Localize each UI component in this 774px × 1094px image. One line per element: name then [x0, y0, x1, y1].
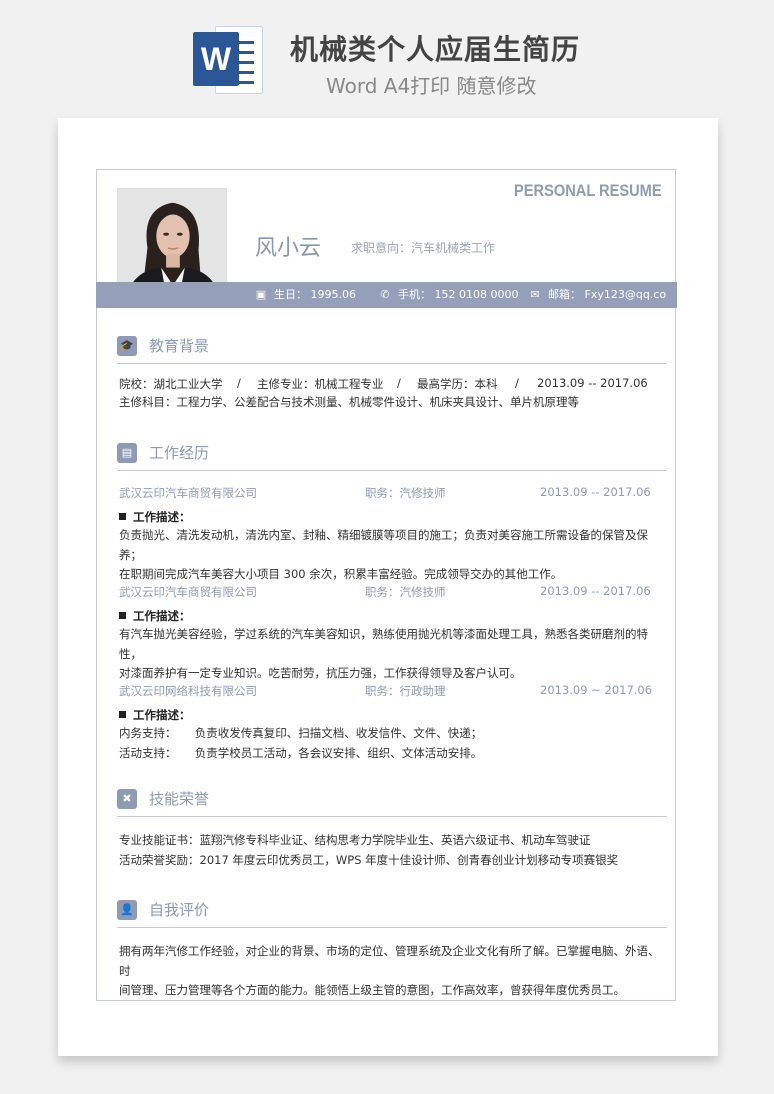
- edu-sep: /: [397, 376, 401, 390]
- job-role: 职务：汽修技师: [365, 585, 446, 599]
- bullet-square-icon: [119, 513, 126, 520]
- section-title: 自我评价: [149, 901, 210, 919]
- job-desc-label: 工作描述：: [119, 509, 191, 525]
- job-description: 内务支持： 负责收发传真复印、扫描文档、收发信件、文件、快递； 活动支持： 负责…: [119, 726, 483, 760]
- word-logo-icon: W: [193, 22, 265, 98]
- mail-icon: ✉: [530, 288, 540, 301]
- job-period: 2013.09 ~ 2017.06: [540, 683, 653, 697]
- section-self-header: 👤 自我评价: [117, 898, 667, 928]
- job-company: 武汉云印网络科技有限公司: [119, 684, 257, 698]
- contact-bar: ▣ 生日： 1995.06 ✆ 手机： 152 0108 0000 ✉ 邮箱： Fxy…: [96, 282, 677, 308]
- edu-courses: 主修科目：工程力学、公差配合与技术测量、机械零件设计、机床夹具设计、单片机原理等: [119, 395, 579, 409]
- job-description: 有汽车抛光美容经验，学过系统的汽车美容知识，熟练使用抛光机等漆面处理工具，熟悉各…: [119, 627, 648, 680]
- section-title: 工作经历: [149, 444, 210, 462]
- job-role: 职务：汽修技师: [365, 486, 446, 500]
- edu-period: 2013.09 -- 2017.06: [537, 376, 648, 390]
- job-period: 2013.09 -- 2017.06: [540, 485, 651, 499]
- edu-sep: /: [515, 376, 519, 390]
- banner-title: 机械类个人应届生简历: [290, 33, 581, 66]
- bullet-square-icon: [119, 612, 126, 619]
- job-intent: 求职意向：汽车机械类工作: [351, 241, 496, 255]
- section-title: 技能荣誉: [149, 790, 210, 808]
- tools-icon: ✖: [117, 789, 137, 809]
- calendar-icon: ▣: [255, 288, 267, 301]
- skills-list: 专业技能证书：蓝翔汽修专科毕业证、结构思考力学院毕业生、英语六级证书、机动车驾驶…: [119, 833, 619, 867]
- email-item: ✉ 邮箱： Fxy123@qq.co: [528, 282, 666, 308]
- resume-frame: PERSONAL RESUME 风小云 求职意向：汽车机械类工作 ▣ 生日： 19…: [96, 169, 677, 1001]
- personal-resume-tag: PERSONAL RESUME: [514, 181, 662, 200]
- birthday-item: ▣ 生日： 1995.06: [254, 282, 356, 308]
- resume-page: PERSONAL RESUME 风小云 求职意向：汽车机械类工作 ▣ 生日： 19…: [58, 118, 718, 1056]
- job-period: 2013.09 -- 2017.06: [540, 584, 651, 598]
- graduation-cap-icon: 🎓: [117, 336, 137, 356]
- phone-icon: ✆: [380, 288, 390, 301]
- job-company: 武汉云印汽车商贸有限公司: [119, 486, 257, 500]
- phone-item: ✆ 手机： 152 0108 0000: [378, 282, 518, 308]
- banner: W 机械类个人应届生简历 Word A4打印 随意修改: [0, 0, 774, 110]
- person-icon: 👤: [117, 900, 137, 920]
- bullet-square-icon: [119, 711, 126, 718]
- job-description: 负责抛光、清洗发动机，清洗内室、封釉、精细镀膜等项目的施工；负责对美容施工所需设…: [119, 528, 648, 581]
- briefcase-icon: ▤: [117, 443, 137, 463]
- edu-major: 主修专业：机械工程专业: [257, 377, 384, 391]
- job-company: 武汉云印汽车商贸有限公司: [119, 585, 257, 599]
- job-desc-label: 工作描述：: [119, 707, 191, 723]
- job-role: 职务：行政助理: [365, 684, 446, 698]
- edu-sep: /: [237, 376, 241, 390]
- job-desc-label: 工作描述：: [119, 608, 191, 624]
- self-evaluation: 拥有两年汽修工作经验，对企业的背景、市场的定位、管理系统及企业文化有所了解。已掌…: [119, 944, 660, 997]
- section-education-header: 🎓 教育背景: [117, 334, 667, 364]
- banner-subtitle: Word A4打印 随意修改: [326, 74, 537, 98]
- candidate-name: 风小云: [255, 236, 322, 261]
- word-logo-letter: W: [193, 32, 239, 86]
- section-work-header: ▤ 工作经历: [117, 441, 667, 471]
- edu-degree: 最高学历：本科: [417, 377, 498, 391]
- edu-school: 院校：湖北工业大学: [119, 377, 223, 391]
- section-title: 教育背景: [149, 337, 210, 355]
- section-skills-header: ✖ 技能荣誉: [117, 787, 667, 817]
